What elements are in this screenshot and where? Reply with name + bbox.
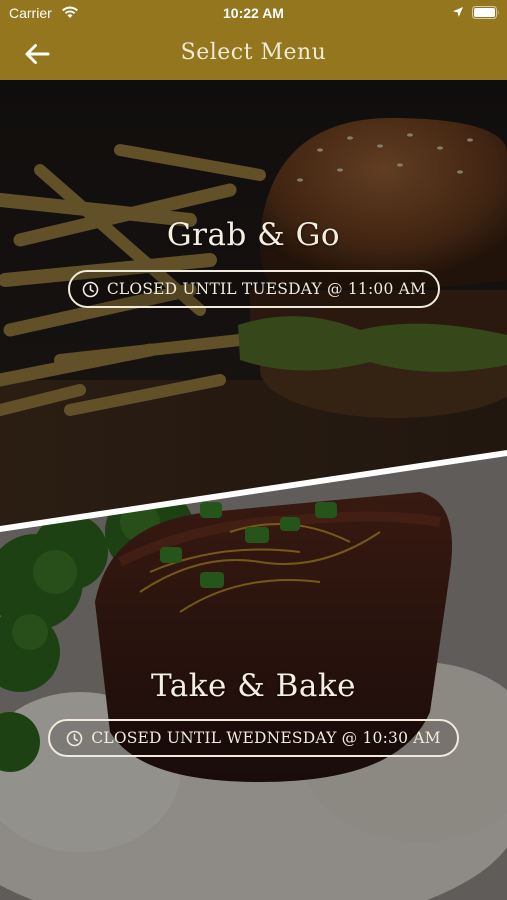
clock-icon (82, 281, 99, 297)
menu-status-text: CLOSED UNTIL TUESDAY @ 11:00 AM (106, 280, 427, 298)
menu-status-badge: CLOSED UNTIL TUESDAY @ 11:00 AM (68, 270, 440, 308)
menu-status-badge: CLOSED UNTIL WEDNESDAY @ 10:30 AM (48, 719, 459, 757)
menu-status-text: CLOSED UNTIL WEDNESDAY @ 10:30 AM (91, 729, 441, 747)
status-bar: Carrier 10:22 AM (0, 0, 507, 28)
app-header: Carrier 10:22 AM Select Menu (0, 0, 507, 80)
menu-card-take-and-bake[interactable]: Take & Bake CLOSED UNTIL WEDNESDAY @ 10:… (0, 454, 507, 900)
location-arrow-icon (453, 7, 463, 17)
menu-title: Grab & Go (166, 217, 341, 253)
battery-icon (472, 6, 499, 19)
clock-icon (66, 730, 83, 746)
menu-title: Take & Bake (150, 668, 357, 704)
menu-card-grab-and-go[interactable]: Grab & Go CLOSED UNTIL TUESDAY @ 11:00 A… (0, 80, 507, 528)
page-title: Select Menu (180, 40, 327, 65)
navigation-bar: Select Menu (0, 28, 507, 80)
status-time: 10:22 AM (223, 5, 284, 21)
